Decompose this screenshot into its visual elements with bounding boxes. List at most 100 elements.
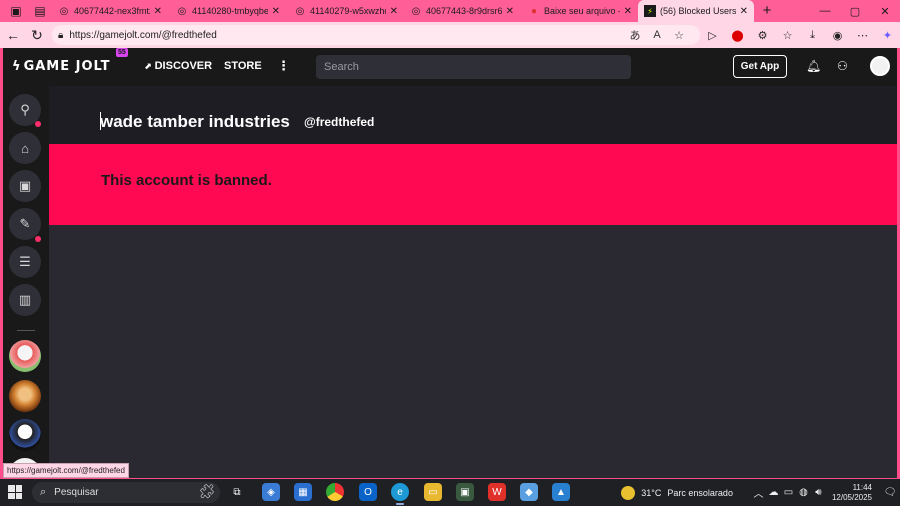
read-aloud-icon[interactable]: A [646,29,668,41]
nav-discover-link[interactable]: ⬈ DISCOVER [144,60,212,72]
widgets-icon[interactable]: ◈ [262,483,280,501]
nav-more-button[interactable]: ⋮ [277,58,290,74]
tab-actions-icon[interactable]: ▤ [28,0,52,22]
running-indicator [396,503,404,505]
rocket-icon: ⬈ [144,61,152,71]
bolt-icon: ϟ [12,59,22,74]
network-icon[interactable]: ◍ [796,487,811,498]
browser-tab-strip: ▣ ▤ ◎ 40677442-nex3fmtz-v ✕ ◎ 41140280-t… [0,0,900,22]
weather-widget[interactable]: 31°C Parc ensolarado [621,485,733,500]
close-tab-icon[interactable]: ✕ [624,6,632,17]
file-explorer-icon[interactable]: ▭ [424,483,442,501]
task-view-icon[interactable]: ⧉ [228,483,246,501]
profile-username: @fredthefed [304,115,375,129]
minimize-icon[interactable]: — [810,0,840,22]
search-icon: ⌕ [40,486,47,498]
media-icon[interactable]: ▷ [700,22,725,48]
status-bar-url: https://gamejolt.com/@fredthefed [3,463,129,478]
gamejolt-navbar: ϟ GAME JOLT 55 ⬈ DISCOVER STORE ⋮ Get Ap… [3,48,897,86]
store-icon[interactable]: ⌂ [9,132,41,164]
browser-tab[interactable]: ◎ 40677443-8r9drsr6-w ✕ [404,0,520,22]
address-toolbar: ← ↻ 🔒︎ https://gamejolt.com/@fredthefed … [0,22,900,48]
favorite-star-icon[interactable]: ☆ [668,29,690,42]
taskbar-search[interactable]: ⌕ Pesquisar 🧩︎ [32,482,220,503]
unread-dot [35,236,41,242]
site-info-icon[interactable]: 🔒︎ [58,30,63,41]
browser-tab[interactable]: ◎ 41140280-tmbyqben- ✕ [170,0,286,22]
gamejolt-icon: ⚡ [644,5,656,17]
clock[interactable]: 11:44 12/05/2025 [832,483,872,503]
cloud-icon[interactable]: ☁ [766,487,781,498]
window-controls: — ▢ ✕ [810,0,900,22]
workspaces-icon[interactable]: ▣ [4,0,28,22]
globe-icon: ◎ [59,5,69,17]
browser-tab[interactable]: ◎ 40677442-nex3fmtz-v ✕ [52,0,168,22]
library-icon[interactable]: ▥ [9,284,41,316]
chrome-icon[interactable] [326,483,344,501]
extensions-icon[interactable]: ⚙ [750,22,775,48]
backpack-icon[interactable]: ▣ [9,170,41,202]
collections-icon[interactable]: ☆ [775,22,800,48]
close-tab-icon[interactable]: ✕ [272,6,280,17]
friends-icon[interactable]: ⚇ [837,59,848,73]
photos-app-icon[interactable]: ▲ [552,483,570,501]
profile-display-name: wade tamber industries [100,112,290,131]
close-tab-icon[interactable]: ✕ [740,6,748,17]
search-highlight-icon: 🧩︎ [198,483,216,499]
banned-message: This account is banned. [101,172,272,189]
windows-start-icon[interactable] [8,485,22,499]
nav-store-link[interactable]: STORE [224,60,262,72]
close-tab-icon[interactable]: ✕ [506,6,514,17]
browser-tab[interactable]: ● Baixe seu arquivo — ✕ [522,0,638,22]
search-input[interactable] [316,55,631,79]
globe-icon: ◎ [411,5,421,17]
chat-icon[interactable]: ☰ [9,246,41,278]
bell-icon[interactable]: 🔔︎ [806,59,821,73]
gamejolt-logo[interactable]: ϟ GAME JOLT [12,59,111,74]
translate-icon[interactable]: あ [624,27,646,43]
globe-icon: ◎ [177,5,187,17]
download-site-icon: ● [530,5,538,17]
community-avatar[interactable] [9,380,41,412]
downloads-icon[interactable]: ⤓ [800,22,825,48]
page-viewport: ϟ GAME JOLT 55 ⬈ DISCOVER STORE ⋮ Get Ap… [3,48,897,478]
volume-icon[interactable]: 🔊︎ [811,487,826,498]
clock-date: 12/05/2025 [831,492,872,502]
game-app-icon[interactable]: ▣ [456,483,474,501]
user-avatar[interactable] [870,56,890,76]
battery-icon[interactable]: ▭ [781,487,796,498]
clock-time: 11:44 [852,482,872,492]
microsoft-store-icon[interactable]: ▦ [294,483,312,501]
community-avatar[interactable] [9,419,41,451]
close-window-icon[interactable]: ✕ [870,0,900,22]
notes-app-icon[interactable]: ◆ [520,483,538,501]
browser-tab[interactable]: ◎ 41140279-w5xwzhqb ✕ [288,0,404,22]
profile-header: wade tamber industries @fredthefed [49,86,897,144]
chevron-up-icon[interactable]: ︿ [751,485,766,500]
more-menu-icon[interactable]: ⋯ [850,22,875,48]
get-app-button[interactable]: Get App [733,55,787,78]
maximize-icon[interactable]: ▢ [840,0,870,22]
outlook-icon[interactable]: O [359,483,377,501]
address-bar[interactable]: 🔒︎ https://gamejolt.com/@fredthefed [52,25,700,45]
close-tab-icon[interactable]: ✕ [390,6,398,17]
edge-icon[interactable]: e [391,483,409,501]
refresh-button[interactable]: ↻ [24,22,50,48]
copilot-icon[interactable]: ✦ [875,22,900,48]
profile-icon[interactable]: ◉ [825,22,850,48]
weather-sun-icon [621,485,636,500]
left-sidebar: ⚲ ⌂ ▣ ✎ ☰ ▥ [3,86,49,478]
notification-center-icon[interactable]: 🗨︎ [880,487,900,498]
back-button[interactable]: ← [0,22,26,48]
office-app-icon[interactable]: W [488,483,506,501]
windows-taskbar: ⌕ Pesquisar 🧩︎ ⧉ ◈ ▦ O e ▭ ▣ W ◆ ▲ 31°C … [0,479,900,506]
browser-tab-active[interactable]: ⚡ (56) Blocked Users - G ✕ [638,0,754,22]
extension-icon[interactable]: ⬤ [725,22,750,48]
new-tab-button[interactable]: + [756,2,778,19]
browser-toolbar-right: ▷ ⬤ ⚙ ☆ ⤓ ◉ ⋯ ✦ [700,22,900,48]
address-actions: あ A ☆ [624,22,690,48]
unread-dot [35,121,41,127]
sidebar-divider [17,330,35,331]
close-tab-icon[interactable]: ✕ [154,6,162,17]
community-avatar[interactable] [9,340,41,372]
